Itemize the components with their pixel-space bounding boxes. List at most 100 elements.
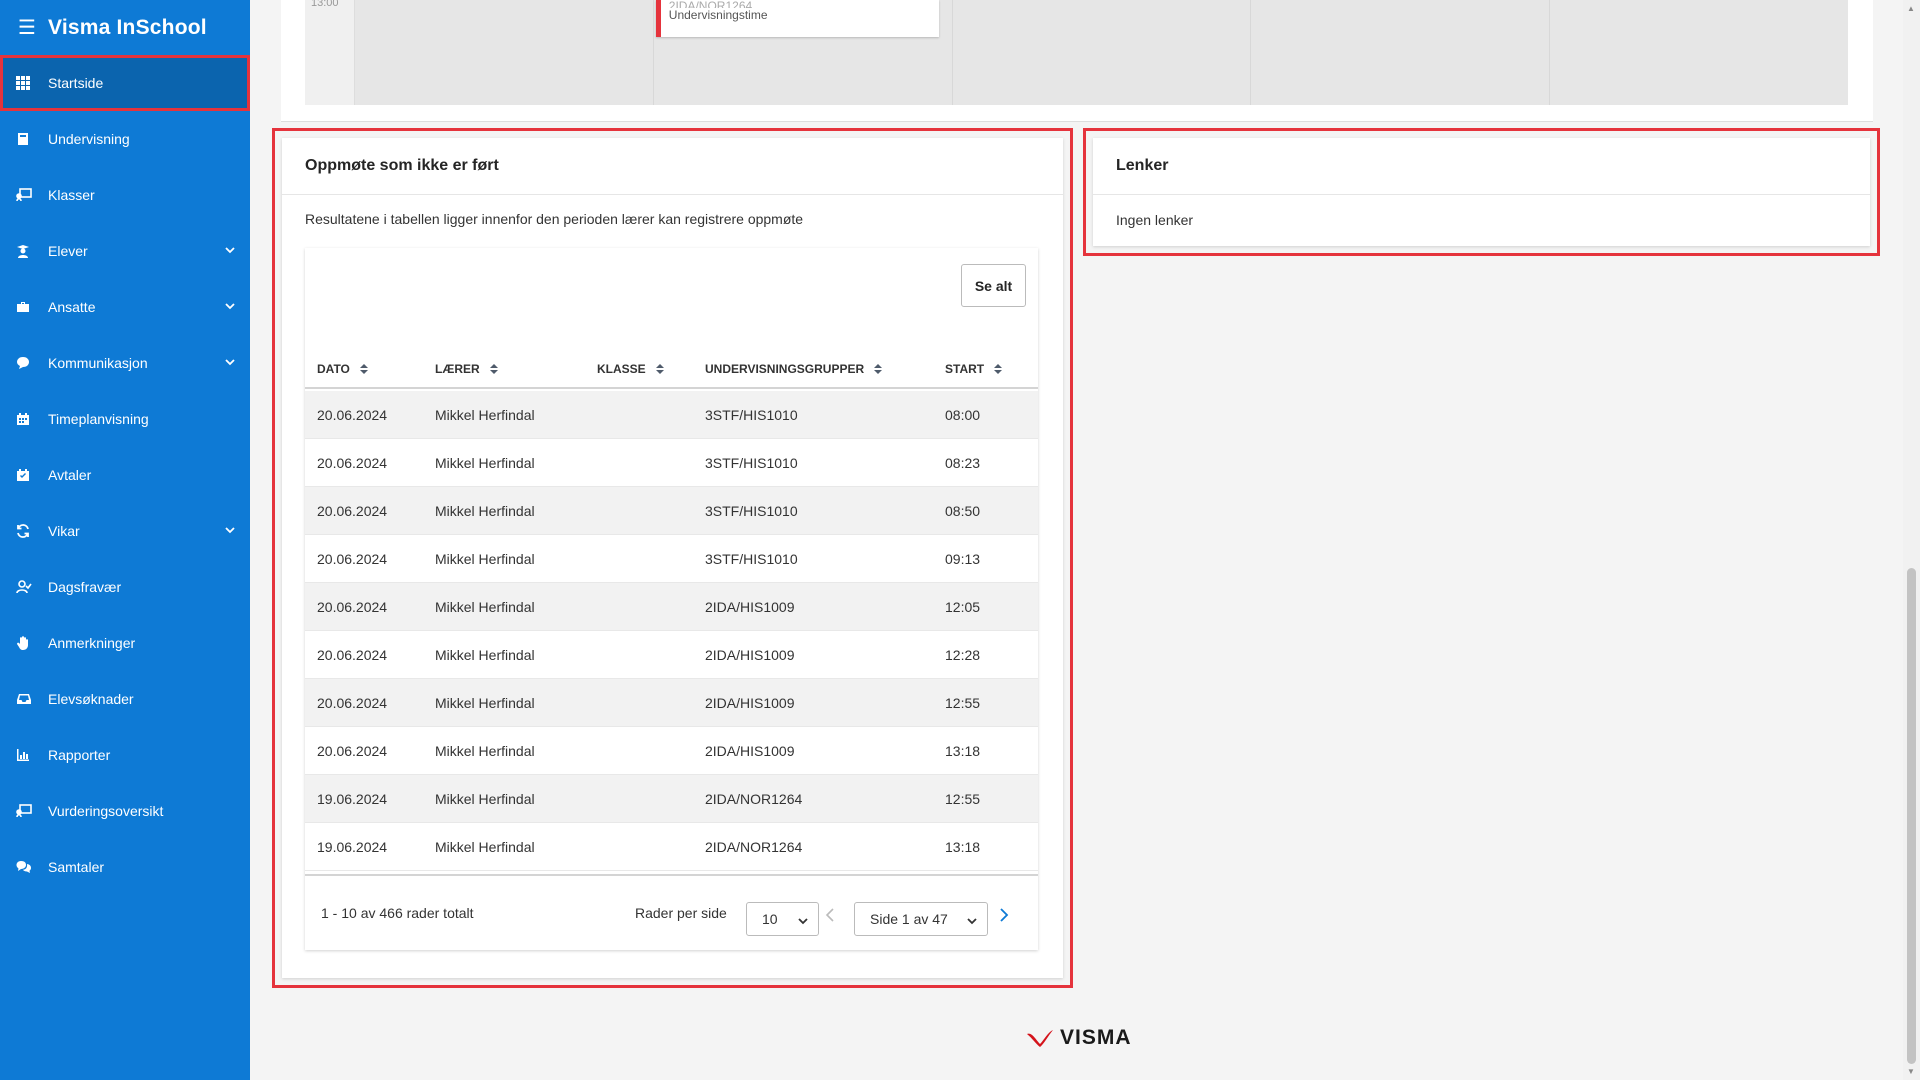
see-all-button[interactable]: Se alt (961, 264, 1026, 307)
cell-start: 08:50 (945, 503, 981, 519)
scrollbar-thumb[interactable] (1907, 568, 1916, 1064)
cell-dato: 20.06.2024 (317, 695, 388, 711)
sidebar-item-startside[interactable]: Startside (0, 55, 250, 111)
cell-laerer: Mikkel Herfindal (435, 503, 535, 519)
sidebar-item-elevs-knader[interactable]: Elevsøknader (0, 671, 250, 727)
cell-dato: 19.06.2024 (317, 791, 388, 807)
sidebar-item-klasser[interactable]: Klasser (0, 167, 250, 223)
cell-undervisningsgruppe: 2IDA/HIS1009 (705, 647, 795, 663)
table-row[interactable]: 20.06.2024 Mikkel Herfindal 3STF/HIS1010 08… (305, 439, 1038, 487)
column-header-start[interactable]: START (945, 348, 1003, 389)
column-header-undervisningsgrupper[interactable]: UNDERVISNINGSGRUPPER (705, 348, 883, 389)
cell-start: 12:55 (945, 791, 981, 807)
sidebar-item-label: Timeplanvisning (48, 411, 149, 427)
cell-start: 12:05 (945, 599, 981, 615)
sidebar-item-rapporter[interactable]: Rapporter (0, 727, 250, 783)
next-page-icon[interactable] (999, 906, 1009, 927)
scroll-down-icon[interactable]: ▼ (1907, 1067, 1915, 1076)
schedule-day-column (1550, 0, 1848, 105)
schedule-time-column: 13:00 (305, 0, 355, 105)
inbox-icon (16, 692, 48, 706)
sidebar-item-label: Dagsfravær (48, 579, 122, 595)
previous-page-icon[interactable] (825, 906, 835, 927)
column-label: KLASSE (597, 361, 646, 376)
visma-wordmark: VISMA (1060, 1026, 1132, 1049)
table-row[interactable]: 19.06.2024 Mikkel Herfindal 2IDA/NOR1264 13… (305, 823, 1038, 871)
visma-logo: VISMA (1026, 1026, 1132, 1050)
schedule-lesson[interactable]: 2IDA/NOR1264 Undervisningstime (655, 0, 939, 37)
sidebar-item-dagsfrav-r[interactable]: Dagsfravær (0, 559, 250, 615)
sidebar-item-undervisning[interactable]: Undervisning (0, 111, 250, 167)
page-select-value: Side 1 av 47 (870, 911, 948, 927)
column-header-klasse[interactable]: KLASSE (597, 348, 664, 389)
page-select[interactable]: Side 1 av 47 (854, 902, 988, 936)
schedule-day-column (1251, 0, 1551, 105)
table-row[interactable]: 20.06.2024 Mikkel Herfindal 3STF/HIS1010 09… (305, 535, 1038, 583)
sort-icon (489, 363, 498, 374)
cell-start: 12:55 (945, 695, 981, 711)
cell-undervisningsgruppe: 2IDA/NOR1264 (705, 791, 803, 807)
cell-laerer: Mikkel Herfindal (435, 743, 535, 759)
sidebar-item-samtaler[interactable]: Samtaler (0, 839, 250, 895)
table-body: 20.06.2024 Mikkel Herfindal 3STF/HIS1010 08… (305, 391, 1038, 871)
cell-undervisningsgruppe: 2IDA/HIS1009 (705, 599, 795, 615)
visma-swoosh-icon (1027, 1030, 1053, 1047)
cell-dato: 20.06.2024 (317, 743, 388, 759)
rows-per-page-select[interactable]: 10 (746, 902, 819, 936)
bar-chart-icon (16, 748, 48, 762)
page-scrollbar[interactable]: ▲ ▼ (1903, 0, 1920, 1080)
table-row[interactable]: 19.06.2024 Mikkel Herfindal 2IDA/NOR1264 12… (305, 775, 1038, 823)
column-header-laerer[interactable]: LÆRER (435, 348, 498, 389)
cell-dato: 20.06.2024 (317, 647, 388, 663)
sort-icon (655, 363, 664, 374)
sidebar-item-ansatte[interactable]: Ansatte (0, 279, 250, 335)
book-icon (16, 132, 48, 146)
schedule-grid: 13:00 2IDA/NOR1264 Undervisningstime (305, 0, 1848, 105)
sidebar-item-label: Rapporter (48, 747, 111, 763)
sidebar: ☰ Visma InSchool Startside Undervisning Kl… (0, 0, 250, 1080)
sidebar-item-kommunikasjon[interactable]: Kommunikasjon (0, 335, 250, 391)
chevron-down-icon (224, 355, 236, 371)
schedule-day-column: 2IDA/NOR1264 Undervisningstime (654, 0, 953, 105)
sidebar-item-avtaler[interactable]: Avtaler (0, 447, 250, 503)
sidebar-item-label: Vikar (48, 523, 80, 539)
table-row[interactable]: 20.06.2024 Mikkel Herfindal 2IDA/HIS1009 13… (305, 727, 1038, 775)
sidebar-item-elever[interactable]: Elever (0, 223, 250, 279)
sidebar-item-label: Ansatte (48, 299, 96, 315)
cell-undervisningsgruppe: 3STF/HIS1010 (705, 551, 798, 567)
attendance-card: Oppmøte som ikke er ført Resultatene i t… (282, 138, 1063, 978)
schedule-time-label: 13:00 (311, 0, 339, 8)
sidebar-item-label: Klasser (48, 187, 95, 203)
cell-start: 09:13 (945, 551, 981, 567)
cell-start: 13:18 (945, 743, 981, 759)
table-row[interactable]: 20.06.2024 Mikkel Herfindal 3STF/HIS1010 08… (305, 391, 1038, 439)
table-row[interactable]: 20.06.2024 Mikkel Herfindal 2IDA/HIS1009 12… (305, 583, 1038, 631)
sidebar-item-label: Elevsøknader (48, 691, 134, 707)
cell-laerer: Mikkel Herfindal (435, 647, 535, 663)
sidebar-brand: ☰ Visma InSchool (0, 0, 250, 55)
sidebar-item-anmerkninger[interactable]: Anmerkninger (0, 615, 250, 671)
schedule-day-column (953, 0, 1252, 105)
cell-laerer: Mikkel Herfindal (435, 839, 535, 855)
column-label: DATO (317, 361, 350, 376)
sidebar-item-vurderingsoversikt[interactable]: Vurderingsoversikt (0, 783, 250, 839)
table-row[interactable]: 20.06.2024 Mikkel Herfindal 2IDA/HIS1009 12… (305, 679, 1038, 727)
sidebar-item-label: Kommunikasjon (48, 355, 148, 371)
scroll-up-icon[interactable]: ▲ (1907, 4, 1915, 13)
cell-start: 13:18 (945, 839, 981, 855)
sidebar-item-timeplanvisning[interactable]: Timeplanvisning (0, 391, 250, 447)
table-row[interactable]: 20.06.2024 Mikkel Herfindal 2IDA/HIS1009 12… (305, 631, 1038, 679)
hamburger-menu-icon[interactable]: ☰ (18, 15, 48, 40)
attendance-table: Se alt DATO LÆRER KLASSE UNDERVISNINGSGR… (305, 248, 1038, 950)
links-card: Lenker Ingen lenker (1093, 138, 1870, 246)
cell-undervisningsgruppe: 3STF/HIS1010 (705, 503, 798, 519)
cell-dato: 20.06.2024 (317, 599, 388, 615)
cell-laerer: Mikkel Herfindal (435, 407, 535, 423)
column-header-dato[interactable]: DATO (317, 348, 368, 389)
table-row[interactable]: 20.06.2024 Mikkel Herfindal 3STF/HIS1010 08… (305, 487, 1038, 535)
cell-dato: 19.06.2024 (317, 839, 388, 855)
column-label: UNDERVISNINGSGRUPPER (705, 361, 865, 376)
sidebar-item-vikar[interactable]: Vikar (0, 503, 250, 559)
lesson-type: Undervisningstime (668, 8, 768, 22)
cell-dato: 20.06.2024 (317, 503, 388, 519)
